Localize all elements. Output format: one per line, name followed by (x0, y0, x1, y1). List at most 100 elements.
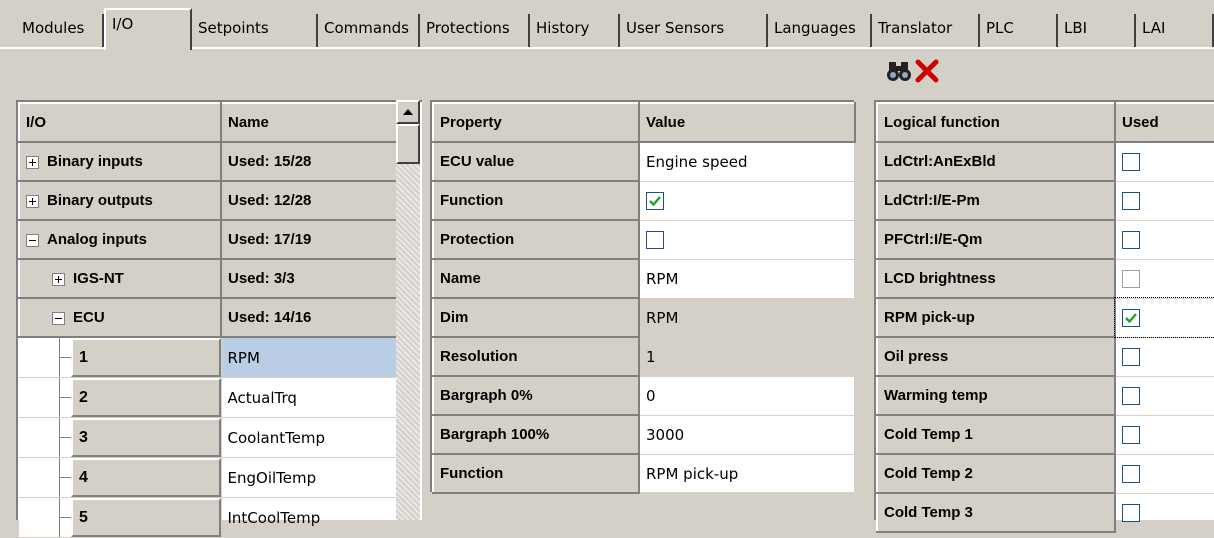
tab-i-o[interactable]: I/O (104, 8, 192, 50)
checkbox-unchecked[interactable] (1122, 425, 1140, 444)
logical-function-row[interactable]: Cold Temp 1 (876, 414, 1214, 455)
io-grid-scrollbar[interactable] (396, 100, 420, 520)
checkbox-unchecked[interactable] (1122, 386, 1140, 405)
property-row[interactable]: Bargraph 100% 3000 (432, 414, 856, 455)
collapse-minus-icon[interactable] (26, 233, 39, 247)
io-group-cell[interactable]: Binary outputs (18, 180, 222, 221)
property-row[interactable]: Resolution 1 (432, 336, 856, 377)
io-group-cell[interactable]: Analog inputs (18, 219, 222, 260)
checkbox-unchecked[interactable] (1122, 191, 1140, 210)
io-item-row[interactable]: 4 EngOilTemp (19, 457, 400, 498)
io-item-row[interactable]: 1 RPM (19, 337, 400, 378)
tab-commands[interactable]: Commands (318, 14, 420, 48)
delete-x-icon[interactable] (914, 58, 940, 86)
logical-function-row[interactable]: LCD brightness (876, 258, 1214, 299)
io-item-name[interactable]: EngOilTemp (221, 457, 400, 498)
property-row[interactable]: Function (432, 180, 856, 221)
property-value[interactable]: RPM (639, 259, 856, 299)
property-row[interactable]: Protection (432, 219, 856, 260)
io-item-number-cell[interactable]: 2 (19, 377, 222, 418)
io-item-name[interactable]: RPM (221, 337, 400, 378)
io-item-name[interactable]: ActualTrq (221, 377, 400, 418)
checkbox-unchecked[interactable] (1122, 269, 1140, 288)
checkbox-unchecked[interactable] (646, 230, 664, 249)
io-item-number-cell[interactable]: 5 (19, 497, 222, 538)
property-checkbox-cell[interactable] (639, 220, 856, 260)
tab-translator[interactable]: Translator (872, 14, 980, 48)
io-item-name[interactable]: CoolantTemp (221, 417, 400, 458)
expand-plus-icon[interactable] (26, 155, 39, 169)
io-item-number-cell[interactable]: 4 (19, 457, 222, 498)
property-value[interactable]: Engine speed (639, 142, 856, 182)
logical-function-used-cell[interactable] (1115, 259, 1214, 299)
io-group-cell[interactable]: IGS-NT (18, 258, 222, 299)
logical-function-row[interactable]: Warming temp (876, 375, 1214, 416)
logical-function-column-header[interactable]: Logical function (876, 102, 1116, 143)
tab-protections[interactable]: Protections (420, 14, 530, 48)
io-group-row[interactable]: Binary inputs Used: 15/28 (18, 141, 400, 182)
checkbox-unchecked[interactable] (1122, 153, 1140, 171)
checkbox-unchecked[interactable] (1122, 347, 1140, 366)
logical-function-row[interactable]: LdCtrl:I/E-Pm (876, 180, 1214, 221)
checkbox-checked[interactable] (646, 191, 664, 210)
property-row[interactable]: Function RPM pick-up (432, 453, 856, 494)
checkbox-unchecked[interactable] (1122, 464, 1140, 483)
io-group-cell[interactable]: ECU (18, 297, 222, 338)
checkbox-unchecked[interactable] (1122, 503, 1140, 522)
logical-function-row[interactable]: PFCtrl:I/E-Qm (876, 219, 1214, 260)
io-item-name[interactable]: IntCoolTemp (221, 497, 400, 538)
logical-function-used-cell[interactable] (1115, 415, 1214, 455)
logical-function-used-cell[interactable] (1115, 142, 1214, 182)
io-group-row[interactable]: Analog inputs Used: 17/19 (18, 219, 400, 260)
io-item-number-cell[interactable]: 1 (19, 337, 222, 378)
io-column-header[interactable]: I/O (18, 102, 222, 143)
io-group-row[interactable]: ECU Used: 14/16 (18, 297, 400, 338)
property-row[interactable]: ECU value Engine speed (432, 141, 856, 182)
logical-function-used-cell[interactable] (1115, 454, 1214, 494)
logical-function-row[interactable]: LdCtrl:AnExBld (876, 141, 1214, 182)
collapse-minus-icon[interactable] (52, 311, 65, 325)
tab-setpoints[interactable]: Setpoints (192, 14, 318, 48)
io-group-cell[interactable]: Binary inputs (18, 141, 222, 182)
checkbox-unchecked[interactable] (1122, 230, 1140, 249)
value-column-header[interactable]: Value (638, 102, 856, 143)
checkbox-checked[interactable] (1122, 308, 1140, 327)
property-column-header[interactable]: Property (432, 102, 640, 143)
property-row[interactable]: Bargraph 0% 0 (432, 375, 856, 416)
property-row[interactable]: Name RPM (432, 258, 856, 299)
property-value[interactable]: 0 (639, 376, 856, 416)
logical-function-used-cell[interactable] (1115, 181, 1214, 221)
tab-history[interactable]: History (530, 14, 620, 48)
tab-lbi[interactable]: LBI (1058, 14, 1136, 48)
expand-plus-icon[interactable] (26, 194, 39, 208)
name-column-header[interactable]: Name (220, 102, 400, 143)
tab-modules[interactable]: Modules (16, 14, 104, 48)
logical-function-used-cell[interactable] (1115, 376, 1214, 416)
used-column-header[interactable]: Used (1114, 102, 1214, 143)
property-value[interactable]: 3000 (639, 415, 856, 455)
logical-function-row[interactable]: RPM pick-up (876, 297, 1214, 338)
logical-function-used-cell[interactable] (1114, 297, 1214, 338)
logical-function-used-cell[interactable] (1115, 220, 1214, 260)
expand-plus-icon[interactable] (52, 272, 65, 286)
logical-function-row[interactable]: Oil press (876, 336, 1214, 377)
logical-function-row[interactable]: Cold Temp 3 (876, 492, 1214, 533)
tab-user-sensors[interactable]: User Sensors (620, 14, 768, 48)
io-group-row[interactable]: Binary outputs Used: 12/28 (18, 180, 400, 221)
io-group-row[interactable]: IGS-NT Used: 3/3 (18, 258, 400, 299)
logical-function-used-cell[interactable] (1115, 493, 1214, 533)
property-value[interactable]: RPM pick-up (639, 454, 856, 494)
scroll-thumb[interactable] (396, 124, 420, 164)
property-checkbox-cell[interactable] (639, 181, 856, 221)
logical-function-used-cell[interactable] (1115, 337, 1214, 377)
binoculars-icon[interactable] (886, 58, 912, 86)
scroll-up-button[interactable] (396, 100, 420, 124)
io-item-row[interactable]: 5 IntCoolTemp (19, 497, 400, 538)
tab-lai[interactable]: LAI (1136, 14, 1214, 48)
tab-plc[interactable]: PLC (980, 14, 1058, 48)
tab-languages[interactable]: Languages (768, 14, 872, 48)
io-item-row[interactable]: 2 ActualTrq (19, 377, 400, 418)
io-item-row[interactable]: 3 CoolantTemp (19, 417, 400, 458)
logical-function-row[interactable]: Cold Temp 2 (876, 453, 1214, 494)
io-item-number-cell[interactable]: 3 (19, 417, 222, 458)
